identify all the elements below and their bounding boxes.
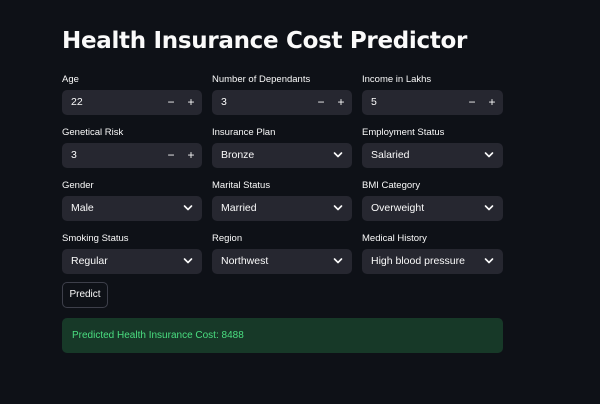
chevron-down-icon (484, 152, 494, 158)
age-increment-button[interactable]: + (181, 90, 201, 115)
medical-history-label: Medical History (362, 233, 427, 244)
field-dependants: Number of Dependants 3 − + (212, 73, 352, 126)
input-form: Age 22 − + Number of Dependants 3 − + In… (62, 73, 503, 285)
field-medical-history: Medical History High blood pressure (362, 232, 503, 285)
gender-label: Gender (62, 180, 94, 191)
chevron-down-icon (333, 152, 343, 158)
field-insurance-plan: Insurance Plan Bronze (212, 126, 352, 179)
medical-history-value: High blood pressure (371, 255, 465, 267)
chevron-down-icon (484, 205, 494, 211)
smoking-status-label: Smoking Status (62, 233, 129, 244)
field-employment-status: Employment Status Salaried (362, 126, 503, 179)
genetical-risk-label: Genetical Risk (62, 127, 124, 138)
predict-button[interactable]: Predict (62, 282, 108, 308)
insurance-plan-select[interactable]: Bronze (212, 143, 352, 168)
chevron-down-icon (183, 258, 193, 264)
income-label: Income in Lakhs (362, 74, 432, 85)
dependants-decrement-button[interactable]: − (311, 90, 331, 115)
employment-status-value: Salaried (371, 149, 410, 161)
gender-select[interactable]: Male (62, 196, 202, 221)
marital-status-select[interactable]: Married (212, 196, 352, 221)
chevron-down-icon (484, 258, 494, 264)
medical-history-select[interactable]: High blood pressure (362, 249, 503, 274)
bmi-category-label: BMI Category (362, 180, 421, 191)
field-marital-status: Marital Status Married (212, 179, 352, 232)
dependants-value[interactable]: 3 (221, 90, 227, 115)
age-value[interactable]: 22 (71, 90, 83, 115)
field-income: Income in Lakhs 5 − + (362, 73, 503, 126)
marital-status-label: Marital Status (212, 180, 271, 191)
genetical-risk-decrement-button[interactable]: − (161, 143, 181, 168)
income-increment-button[interactable]: + (482, 90, 502, 115)
field-age: Age 22 − + (62, 73, 202, 126)
field-smoking-status: Smoking Status Regular (62, 232, 202, 285)
chevron-down-icon (333, 205, 343, 211)
region-value: Northwest (221, 255, 269, 267)
dependants-increment-button[interactable]: + (331, 90, 351, 115)
age-label: Age (62, 74, 79, 85)
age-number-input[interactable]: 22 − + (62, 90, 202, 115)
prediction-result-alert: Predicted Health Insurance Cost: 8488 (62, 318, 503, 353)
employment-status-label: Employment Status (362, 127, 445, 138)
field-gender: Gender Male (62, 179, 202, 232)
dependants-number-input[interactable]: 3 − + (212, 90, 352, 115)
gender-value: Male (71, 202, 94, 214)
insurance-plan-value: Bronze (221, 149, 255, 161)
income-value[interactable]: 5 (371, 90, 377, 115)
chevron-down-icon (183, 205, 193, 211)
genetical-risk-number-input[interactable]: 3 − + (62, 143, 202, 168)
smoking-status-value: Regular (71, 255, 108, 267)
age-decrement-button[interactable]: − (161, 90, 181, 115)
insurance-plan-label: Insurance Plan (212, 127, 276, 138)
genetical-risk-increment-button[interactable]: + (181, 143, 201, 168)
chevron-down-icon (333, 258, 343, 264)
dependants-label: Number of Dependants (212, 74, 311, 85)
field-bmi-category: BMI Category Overweight (362, 179, 503, 232)
income-number-input[interactable]: 5 − + (362, 90, 503, 115)
field-region: Region Northwest (212, 232, 352, 285)
page-title: Health Insurance Cost Predictor (62, 28, 468, 54)
region-label: Region (212, 233, 243, 244)
region-select[interactable]: Northwest (212, 249, 352, 274)
field-genetical-risk: Genetical Risk 3 − + (62, 126, 202, 179)
employment-status-select[interactable]: Salaried (362, 143, 503, 168)
prediction-result-text: Predicted Health Insurance Cost: 8488 (72, 330, 244, 341)
income-decrement-button[interactable]: − (462, 90, 482, 115)
bmi-category-value: Overweight (371, 202, 425, 214)
smoking-status-select[interactable]: Regular (62, 249, 202, 274)
genetical-risk-value[interactable]: 3 (71, 143, 77, 168)
marital-status-value: Married (221, 202, 257, 214)
bmi-category-select[interactable]: Overweight (362, 196, 503, 221)
